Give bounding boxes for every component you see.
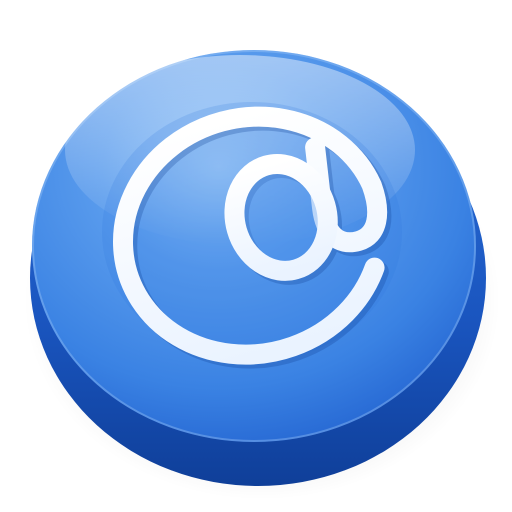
email-at-icon[interactable] — [0, 0, 512, 512]
icon-stage — [0, 0, 512, 512]
